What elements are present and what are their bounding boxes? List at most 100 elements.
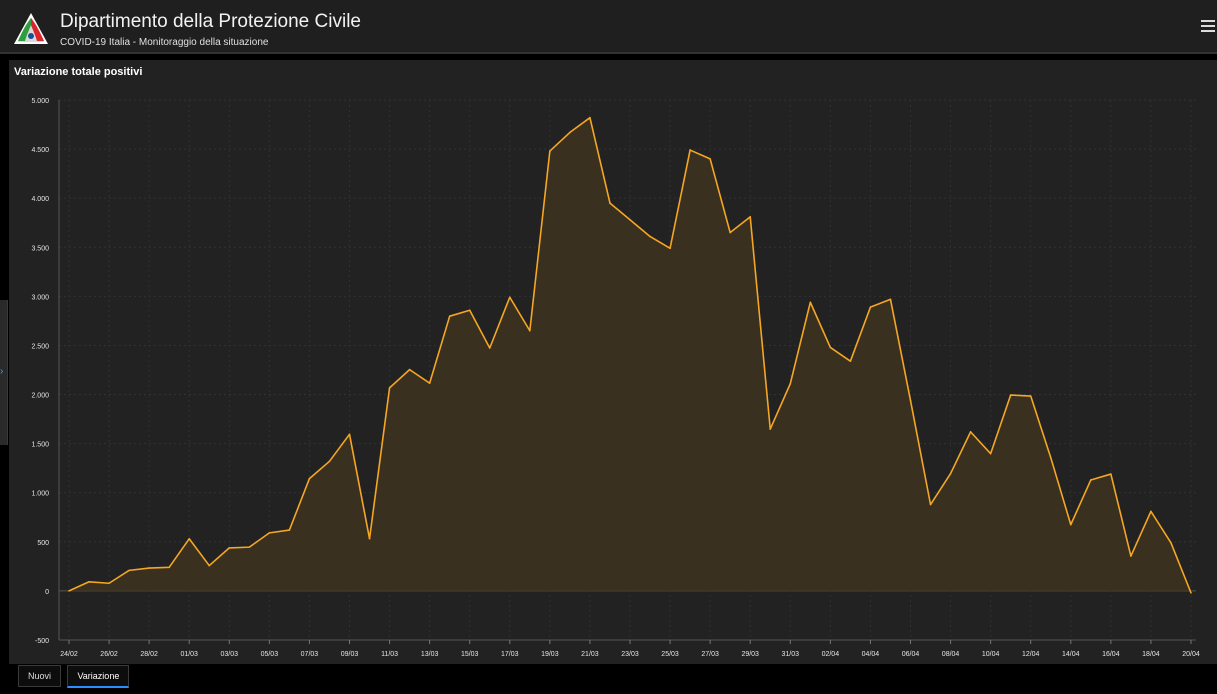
data-point [829,346,832,349]
data-point [949,472,952,475]
y-tick-label: -500 [35,638,49,645]
data-point [208,564,211,567]
data-point [168,566,170,569]
data-point [1190,592,1192,594]
data-point [869,306,872,308]
data-point [288,529,291,531]
data-point [248,546,251,548]
data-point [188,537,191,540]
y-tick-label: 2.500 [31,343,49,350]
data-point [729,231,731,234]
x-tick-label: 04/04 [862,651,880,658]
data-point [148,567,150,569]
data-point [749,216,752,218]
y-tick-label: 1.500 [31,442,49,449]
x-tick-label: 28/02 [140,651,158,658]
x-tick-label: 10/04 [982,651,1000,658]
chart-tabs: Nuovi Variazione [18,665,131,688]
app-header: Dipartimento della Protezione Civile COV… [0,0,1217,54]
y-tick-label: 4.000 [31,196,49,203]
data-point [849,360,852,362]
data-point [529,329,531,332]
x-tick-label: 18/04 [1142,651,1160,658]
line-area-chart: -500 0 500 1.000 1.500 2.000 2.500 3.000 3.500 4.… [31,98,1200,658]
x-tick-label: 25/03 [661,651,679,658]
x-tick-label: 11/03 [381,651,398,658]
data-point [68,590,70,592]
data-point [1009,394,1012,396]
data-point [1110,473,1112,475]
x-tick-label: 07/03 [301,651,319,658]
data-point [1130,555,1132,557]
chart-panel: Variazione totale positivi -500 0 500 1.000… [9,60,1217,664]
data-point [1150,510,1152,513]
data-point [549,150,551,152]
area-fill [69,117,1191,593]
data-point [609,202,611,204]
data-point [689,149,691,151]
side-panel-toggle[interactable]: › [0,300,8,445]
data-point [328,460,331,463]
y-tick-label: 500 [37,540,49,547]
hamburger-menu-icon[interactable] [1201,20,1215,34]
data-point [348,433,351,436]
data-point [629,218,631,221]
x-tick-label: 01/03 [180,651,198,658]
data-point [308,477,311,480]
data-point [468,309,471,312]
data-point [909,399,912,402]
data-point [709,158,711,160]
data-point [669,247,671,250]
y-tick-label: 3.500 [31,245,49,252]
data-point [388,387,391,389]
x-tick-label: 31/03 [782,651,800,658]
tab-variazione[interactable]: Variazione [67,665,130,688]
y-tick-label: 4.500 [31,147,49,154]
y-tick-label: 1.000 [31,491,49,498]
x-tick-label: 15/03 [461,651,479,658]
data-point [1029,395,1032,397]
x-tick-label: 05/03 [261,651,279,658]
x-tick-label: 24/02 [60,651,78,658]
data-point [108,582,110,585]
data-point [428,382,431,384]
protezione-civile-logo-icon [14,13,48,44]
data-point [789,382,792,385]
data-point [809,301,812,304]
data-point [569,131,571,134]
data-point [88,580,90,583]
data-point [368,537,371,540]
data-point [1069,523,1072,526]
x-tick-label: 16/04 [1102,651,1120,658]
x-tick-label: 17/03 [501,651,519,658]
x-tick-label: 19/03 [541,651,559,658]
x-tick-label: 03/03 [221,651,239,658]
x-tick-label: 12/04 [1022,651,1040,658]
x-tick-label: 27/03 [701,651,719,658]
data-point [448,315,451,317]
x-tick-label: 06/04 [902,651,920,658]
y-tick-label: 5.000 [31,98,49,105]
data-point [989,452,992,455]
data-point [128,569,130,572]
data-point [1049,456,1052,459]
chevron-right-icon: › [0,366,4,377]
data-point [769,428,772,430]
x-tick-label: 08/04 [942,651,960,658]
data-point [929,503,932,506]
app-title: Dipartimento della Protezione Civile [60,11,361,32]
data-point [1170,542,1172,544]
x-tick-label: 26/02 [100,651,118,658]
app-subtitle: COVID-19 Italia - Monitoraggio della sit… [60,37,269,48]
tab-nuovi[interactable]: Nuovi [18,665,62,687]
y-tick-label: 3.000 [31,294,49,301]
x-tick-label: 20/04 [1182,651,1200,658]
data-point [649,235,651,238]
data-point [228,547,231,549]
y-tick-label: 0 [45,589,49,596]
data-point [508,296,511,299]
x-tick-label: 13/03 [421,651,439,658]
x-tick-label: 14/04 [1062,651,1080,658]
y-tick-label: 2.000 [31,393,49,400]
x-tick-label: 29/03 [741,651,759,658]
